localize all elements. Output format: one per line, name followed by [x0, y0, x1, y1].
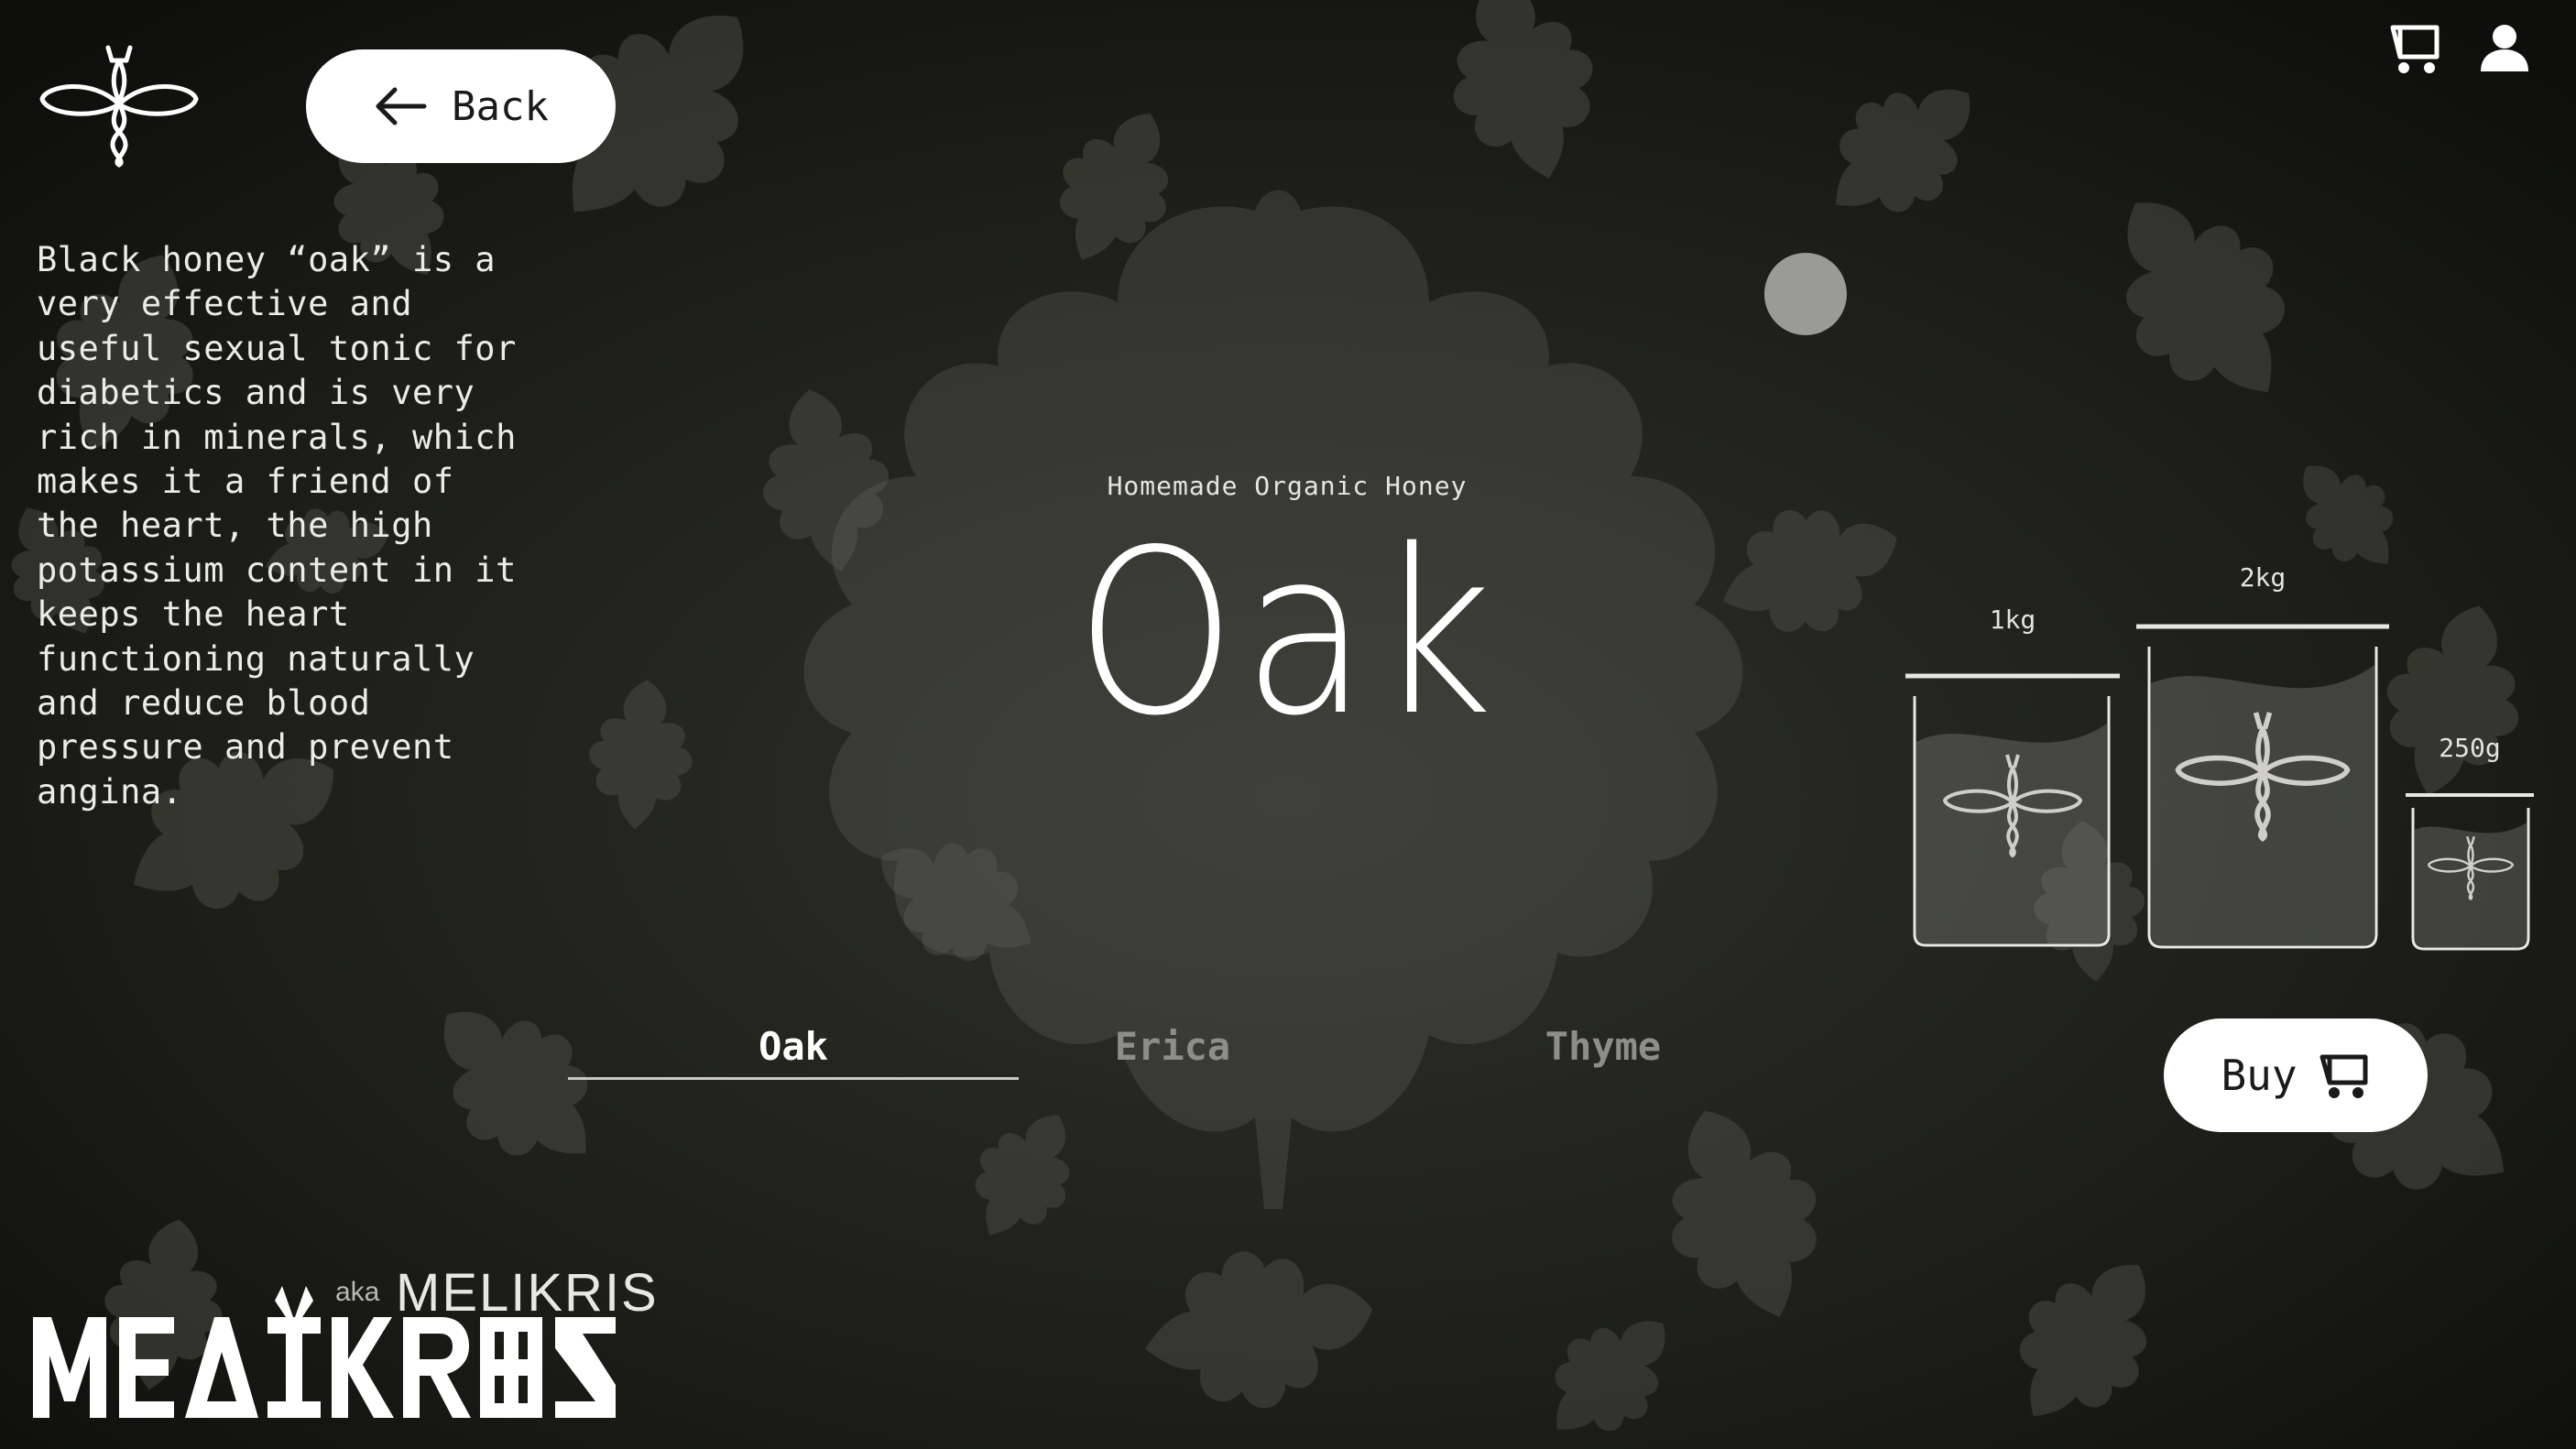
active-tab-underline — [568, 1077, 1019, 1080]
jar-size-label: 250g — [2439, 733, 2501, 763]
cart-icon — [2319, 1054, 2368, 1098]
product-description: Black honey “oak” is a very effective an… — [37, 240, 517, 812]
tab-erica[interactable]: Erica — [1053, 1024, 1292, 1069]
tab-thyme[interactable]: Thyme — [1484, 1024, 1722, 1069]
user-icon[interactable] — [2477, 20, 2532, 75]
buy-button[interactable]: Buy — [2164, 1019, 2428, 1132]
back-button[interactable]: Back — [306, 49, 616, 163]
jar-icon — [1905, 673, 2120, 947]
brand-aka-name: MELIKRIS — [396, 1263, 659, 1323]
logo-icon[interactable] — [37, 40, 202, 169]
cart-icon[interactable] — [2389, 20, 2444, 75]
jar-option-2kg[interactable]: 2kg — [2134, 562, 2391, 951]
jar-option-250g[interactable]: 250g — [2406, 733, 2534, 951]
jar-size-label: 2kg — [2239, 562, 2287, 593]
back-button-label: Back — [452, 82, 549, 130]
jar-icon — [2136, 624, 2389, 949]
buy-button-label: Buy — [2221, 1051, 2298, 1100]
jar-size-label: 1kg — [1989, 605, 2036, 635]
arrow-left-icon — [376, 87, 427, 125]
tab-oak[interactable]: Oak — [568, 1024, 1019, 1069]
product-title: Oak — [1075, 502, 1500, 766]
variety-tabs: Oak Erica Thyme — [568, 1024, 1786, 1080]
brand-aka: aka — [335, 1277, 380, 1307]
jar-option-1kg[interactable]: 1kg — [1904, 601, 2122, 951]
decorative-dot — [1764, 253, 1847, 335]
jar-icon — [2406, 793, 2534, 951]
product-subtitle: Homemade Organic Honey — [1107, 471, 1468, 501]
